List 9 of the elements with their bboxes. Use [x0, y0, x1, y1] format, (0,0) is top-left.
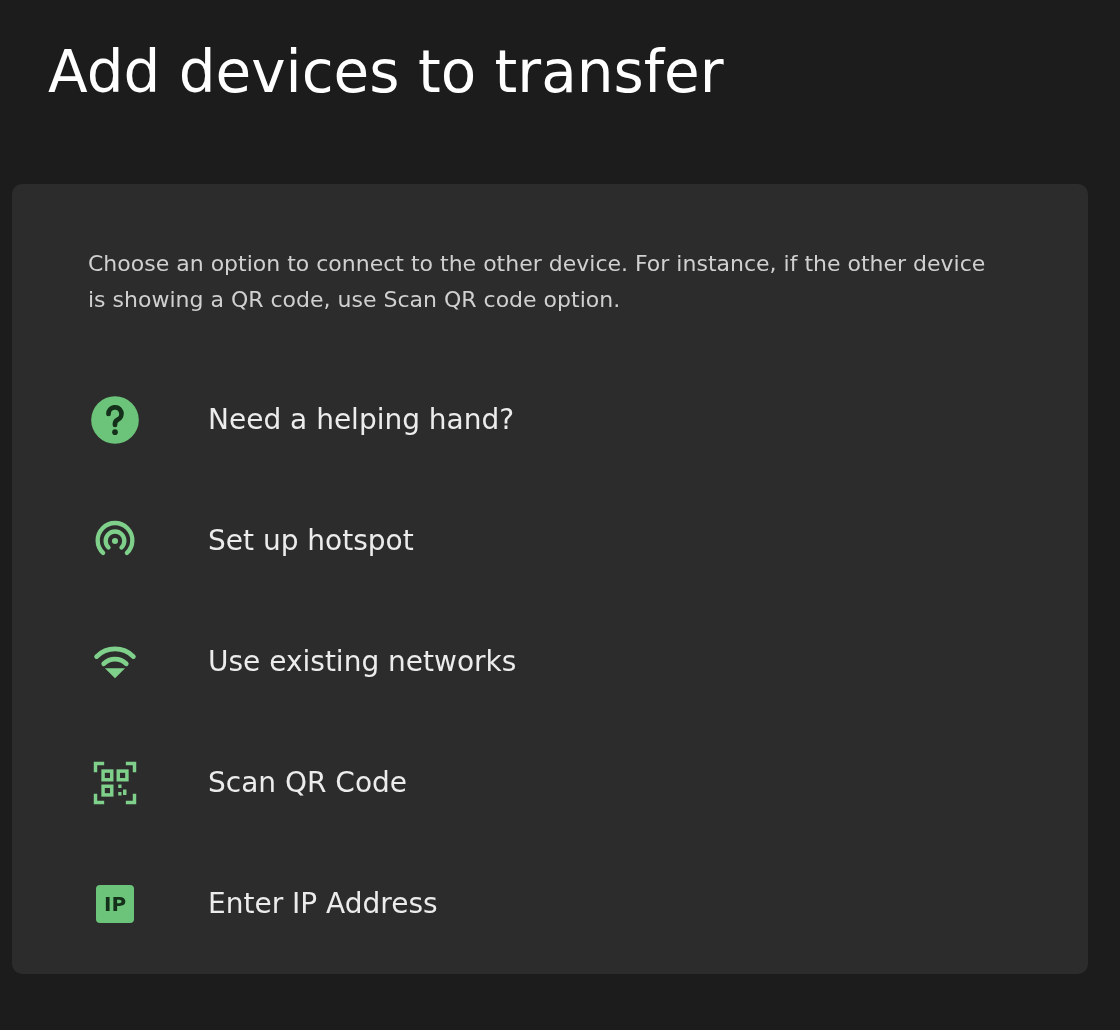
- option-item[interactable]: Need a helping hand?: [88, 359, 1012, 481]
- option-item[interactable]: Set up hotspot: [88, 480, 1012, 602]
- page-title: Add devices to transfer: [48, 38, 725, 108]
- option-item[interactable]: Scan QR Code: [88, 722, 1012, 844]
- help-icon: [89, 394, 141, 447]
- option-item[interactable]: IP Enter IP Address: [88, 843, 1012, 965]
- ip-badge: IP: [96, 885, 134, 924]
- instructions-text: Choose an option to connect to the other device. For instance, if the other device is showing a QR code, use Scan QR code option.: [88, 249, 987, 314]
- option-item[interactable]: Use existing networks: [88, 601, 1012, 723]
